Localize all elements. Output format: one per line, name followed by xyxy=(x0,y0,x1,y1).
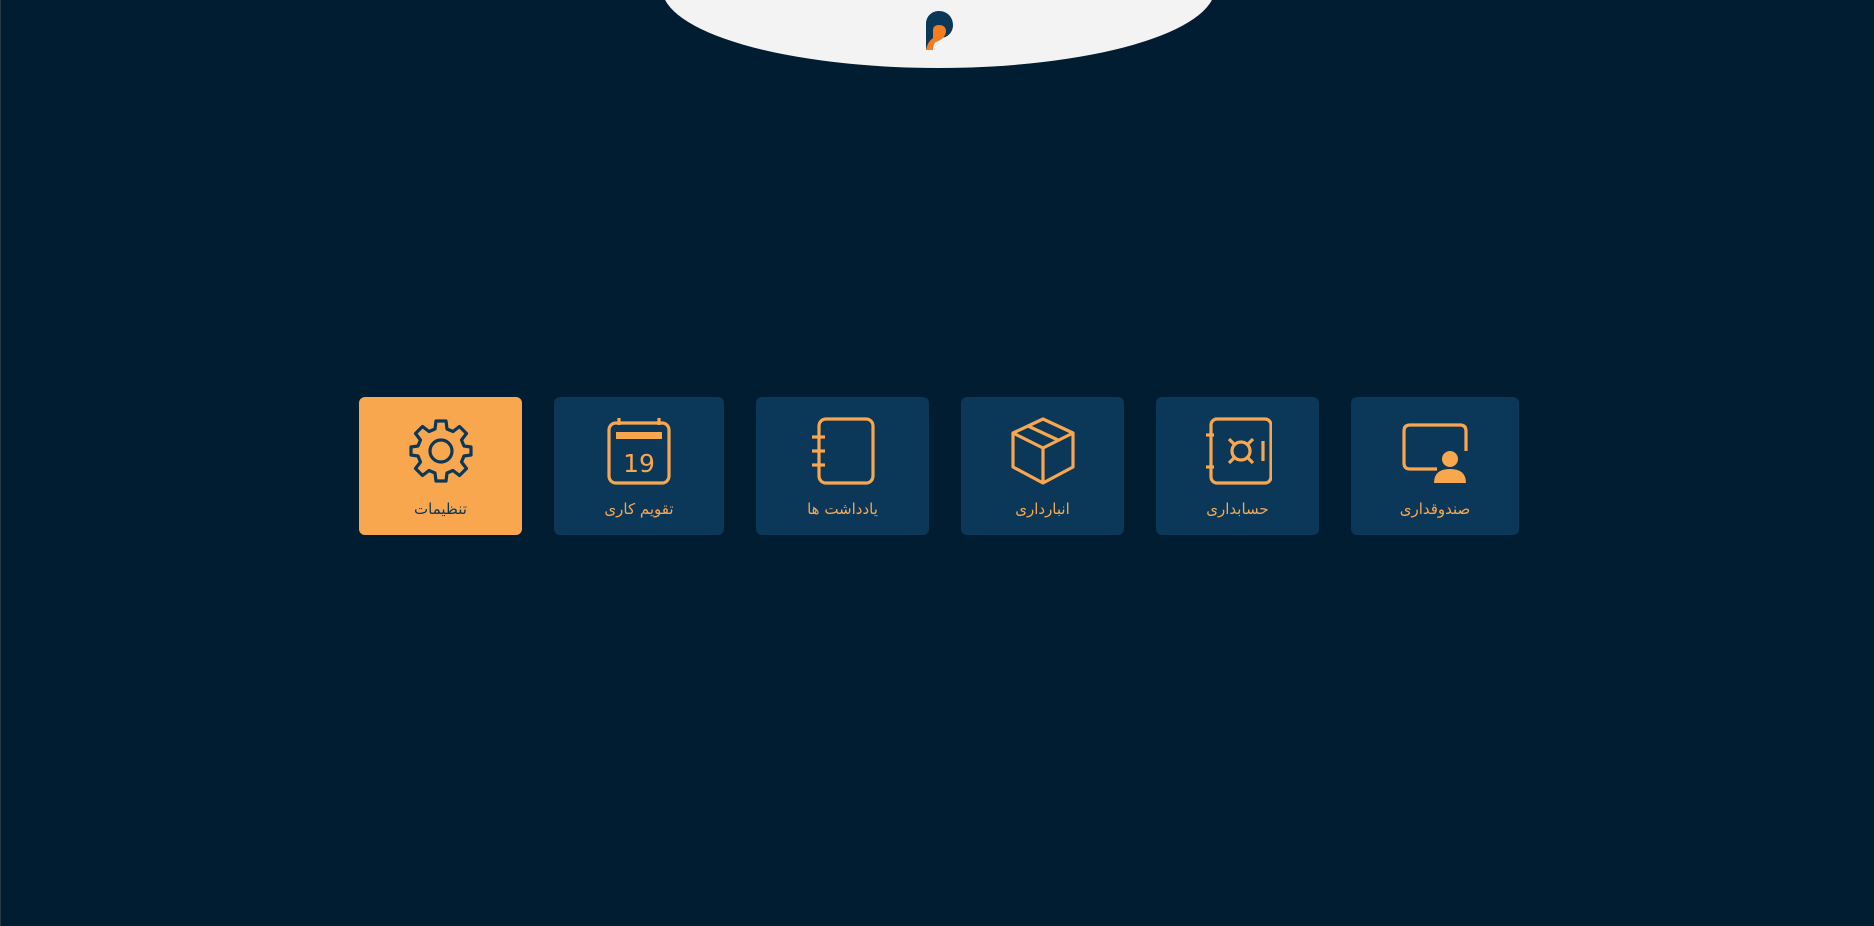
tile-warehouse[interactable]: انبارداری xyxy=(961,397,1124,535)
tile-notes-label: یادداشت ها xyxy=(807,500,878,518)
notebook-icon xyxy=(811,417,875,485)
tile-notes[interactable]: یادداشت ها xyxy=(756,397,929,535)
tile-settings-label: تنظیمات xyxy=(414,500,467,518)
tile-settings[interactable]: تنظیمات xyxy=(359,397,522,535)
tile-cashier-label: صندوقداری xyxy=(1399,500,1471,518)
tile-warehouse-label: انبارداری xyxy=(1015,500,1070,518)
box-icon xyxy=(1010,417,1075,485)
cashier-icon xyxy=(1402,423,1468,483)
gear-icon xyxy=(408,419,473,483)
safe-icon xyxy=(1205,417,1272,485)
calendar-icon: 19 xyxy=(607,418,671,485)
tile-cashier[interactable]: صندوقداری xyxy=(1351,397,1519,535)
tile-work-calendar-label: تقویم کاری xyxy=(604,500,674,518)
tile-accounting-label: حسابداری xyxy=(1206,500,1269,518)
tile-accounting[interactable]: حسابداری xyxy=(1156,397,1319,535)
tile-work-calendar[interactable]: 19 تقویم کاری xyxy=(554,397,724,535)
app-tiles: تنظیمات 19 تقویم کاری یادداشت ها انباردا… xyxy=(0,0,1874,926)
calendar-day-number: 19 xyxy=(623,449,655,478)
